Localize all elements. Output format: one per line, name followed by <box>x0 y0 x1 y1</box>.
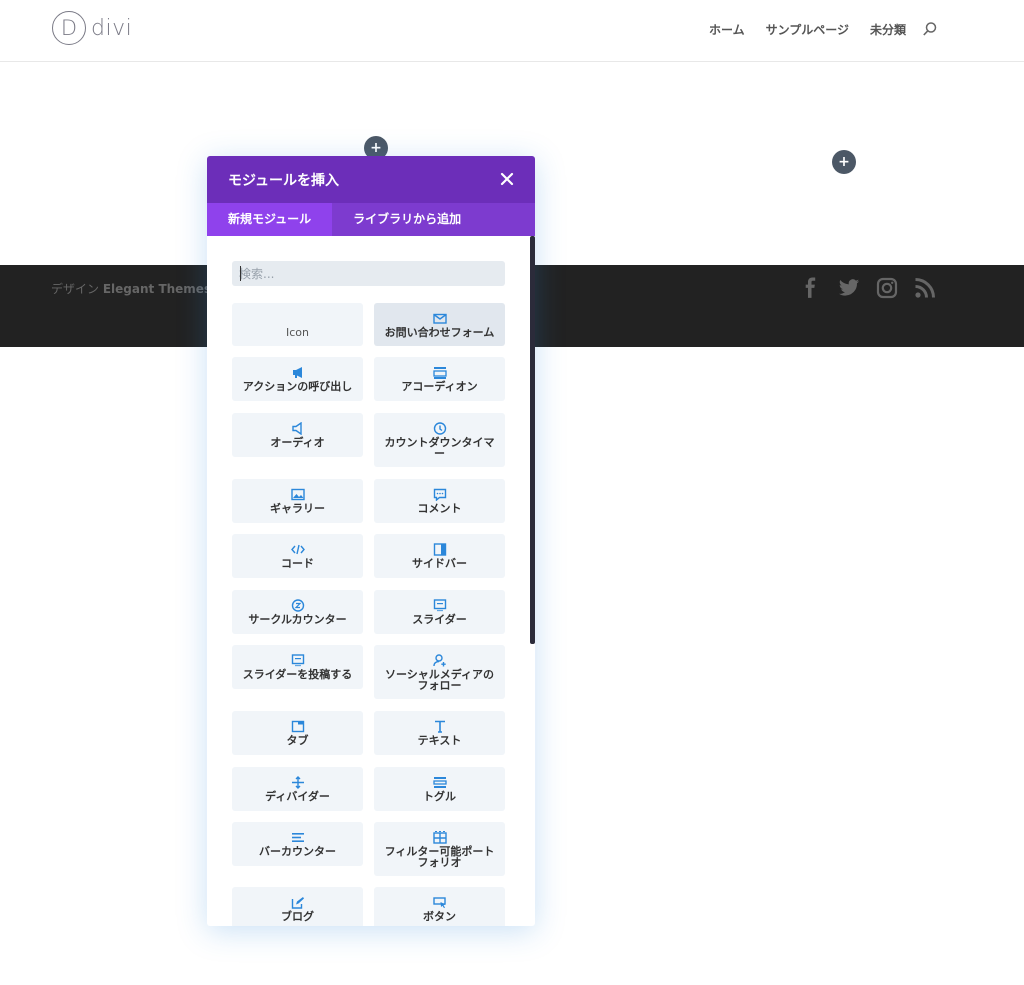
module-label: Icon <box>286 326 309 339</box>
module-label: サークルカウンター <box>248 613 347 626</box>
module-label: カウントダウンタイマー <box>384 436 495 460</box>
speaker-icon <box>291 422 302 435</box>
image-icon <box>290 488 305 501</box>
module-label: フィルター可能ポートフォリオ <box>384 845 495 869</box>
dialog-tabs: 新規モジュール ライブラリから追加 <box>207 203 535 236</box>
tab-new-module[interactable]: 新規モジュール <box>207 203 333 236</box>
post-slider-icon <box>291 654 304 667</box>
toggle-icon <box>432 777 447 788</box>
clock-icon <box>433 422 446 435</box>
module-label: お問い合わせフォーム <box>384 326 495 339</box>
module-slider[interactable]: スライダー <box>374 590 505 634</box>
module-bar-counter[interactable]: バーカウンター <box>232 822 363 866</box>
credit-brand-link[interactable]: Elegant Themes <box>103 282 211 296</box>
module-sidebar[interactable]: サイドバー <box>374 534 505 578</box>
module-icon[interactable]: Icon <box>232 303 363 346</box>
module-text[interactable]: テキスト <box>374 711 505 755</box>
envelope-icon <box>432 313 447 324</box>
tabs-icon <box>291 720 304 733</box>
module-label: ボタン <box>423 910 456 923</box>
code-icon <box>290 544 305 555</box>
module-accordion[interactable]: アコーディオン <box>374 357 505 401</box>
nav-item-home[interactable]: ホーム <box>709 21 745 38</box>
slider-icon <box>433 599 446 612</box>
module-button[interactable]: ボタン <box>374 887 505 926</box>
module-circle-counter[interactable]: サークルカウンター <box>232 590 363 634</box>
module-label: バーカウンター <box>259 845 336 858</box>
module-toggle[interactable]: トグル <box>374 767 505 811</box>
grid-icon <box>432 831 447 844</box>
search-icon[interactable] <box>922 21 938 37</box>
dialog-header: モジュールを挿入 <box>207 156 535 203</box>
add-module-button[interactable]: + <box>832 150 856 174</box>
module-label: スライダーを投稿する <box>242 668 353 681</box>
logo-mark: D <box>52 11 86 45</box>
module-label: ソーシャルメディアのフォロー <box>384 668 494 692</box>
edit-icon <box>291 897 304 909</box>
close-icon[interactable] <box>499 171 515 187</box>
button-cursor-icon <box>432 897 446 909</box>
module-label: スライダー <box>412 613 467 626</box>
rss-icon[interactable] <box>914 277 936 299</box>
sidebar-icon <box>433 543 446 556</box>
divider-icon <box>291 776 304 789</box>
user-follow-icon <box>432 654 446 667</box>
module-label: アクションの呼び出し <box>242 380 353 393</box>
page: D divi ホーム サンプルページ 未分類 + + デザイン Elegant … <box>0 0 1024 985</box>
module-comments[interactable]: コメント <box>374 479 505 523</box>
module-countdown-timer[interactable]: カウントダウンタイマー <box>374 413 505 467</box>
module-social-media-follow[interactable]: ソーシャルメディアのフォロー <box>374 645 505 699</box>
module-filterable-portfolio[interactable]: フィルター可能ポートフォリオ <box>374 822 505 876</box>
dialog-title: モジュールを挿入 <box>228 173 340 189</box>
add-label: + <box>838 154 850 170</box>
text-icon <box>434 720 445 733</box>
module-label: タブ <box>286 734 309 747</box>
module-search-input[interactable] <box>232 261 505 286</box>
module-gallery[interactable]: ギャラリー <box>232 479 363 523</box>
social-icons <box>800 277 936 299</box>
facebook-icon[interactable] <box>800 277 822 299</box>
site-logo[interactable]: D divi <box>52 11 132 45</box>
site-header: D divi ホーム サンプルページ 未分類 <box>0 0 1024 62</box>
module-divider[interactable]: ディバイダー <box>232 767 363 811</box>
module-blog[interactable]: ブログ <box>232 887 363 926</box>
module-label: サイドバー <box>412 557 467 570</box>
module-label: コメント <box>417 502 462 515</box>
logo-text: divi <box>91 15 133 41</box>
instagram-icon[interactable] <box>876 277 898 299</box>
bars-icon <box>291 833 304 842</box>
module-label: テキスト <box>417 734 462 747</box>
nav-item-uncategorized[interactable]: 未分類 <box>870 21 906 38</box>
text-caret <box>240 266 241 281</box>
circle-counter-icon <box>291 599 304 612</box>
module-audio[interactable]: オーディオ <box>232 413 363 457</box>
module-call-to-action[interactable]: アクションの呼び出し <box>232 357 363 401</box>
twitter-icon[interactable] <box>838 277 860 299</box>
main-nav: ホーム サンプルページ 未分類 <box>709 21 906 38</box>
tab-add-from-library[interactable]: ライブラリから追加 <box>332 203 482 236</box>
module-label: ブログ <box>281 910 314 923</box>
credit-prefix: デザイン <box>51 282 100 296</box>
megaphone-icon <box>292 367 302 378</box>
dialog-scrollbar[interactable] <box>530 236 535 644</box>
insert-module-dialog: モジュールを挿入 新規モジュール ライブラリから追加 Icon お問い合わせフォ… <box>207 156 535 926</box>
accordion-icon <box>432 367 447 379</box>
module-label: ギャラリー <box>270 502 325 515</box>
module-label: ディバイダー <box>265 790 330 803</box>
module-post-slider[interactable]: スライダーを投稿する <box>232 645 363 689</box>
module-contact-form[interactable]: お問い合わせフォーム <box>374 303 505 346</box>
module-code[interactable]: コード <box>232 534 363 578</box>
add-label: + <box>370 140 382 156</box>
module-label: コード <box>281 557 314 570</box>
module-label: トグル <box>423 790 456 803</box>
module-label: アコーディオン <box>401 380 478 393</box>
module-list-panel: Icon お問い合わせフォーム アクションの呼び出し アコーディオン オーディオ <box>207 236 535 926</box>
module-tabs[interactable]: タブ <box>232 711 363 755</box>
nav-item-sample-page[interactable]: サンプルページ <box>766 21 849 38</box>
module-label: オーディオ <box>270 436 325 449</box>
comment-icon <box>433 488 446 501</box>
